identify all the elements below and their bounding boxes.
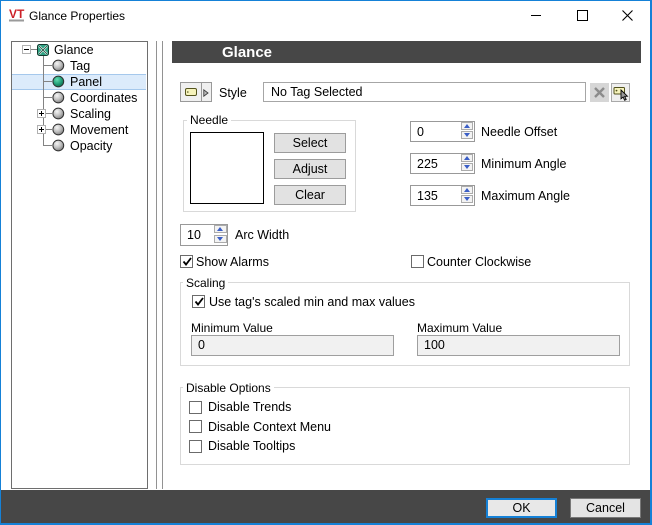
svg-text:VT: VT [9,7,25,21]
